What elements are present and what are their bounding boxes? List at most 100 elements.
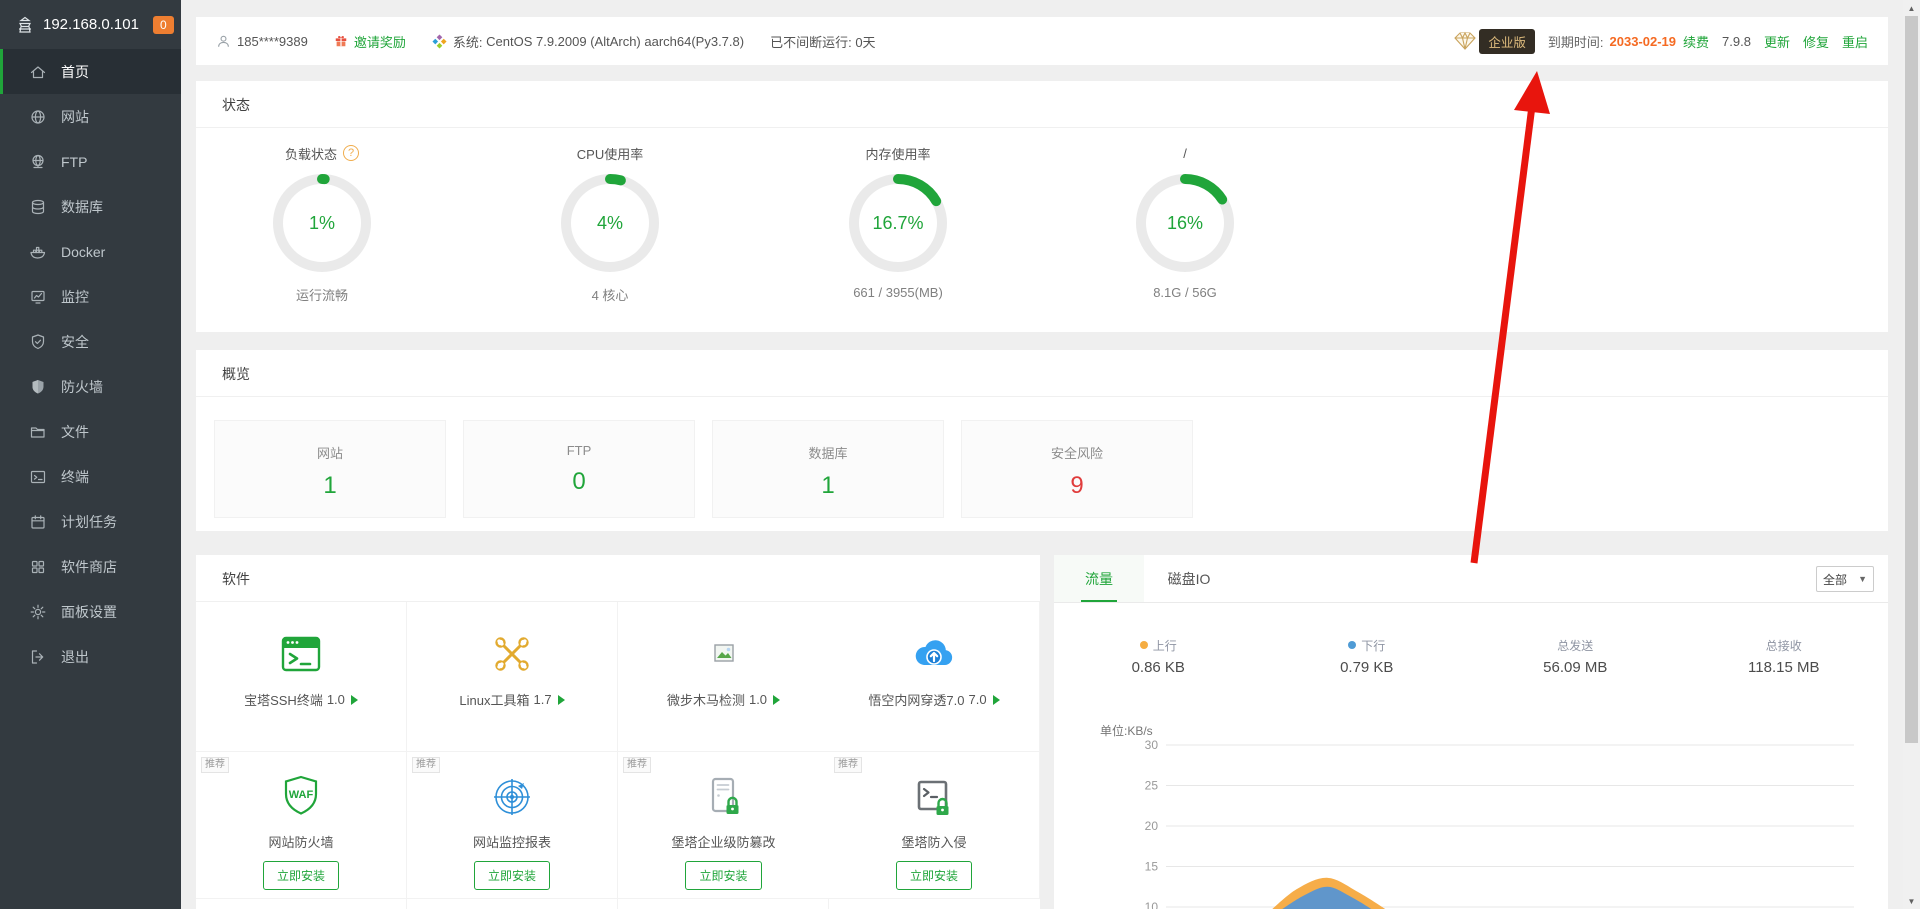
play-icon[interactable] <box>773 695 780 705</box>
legend-label: 总发送 <box>1557 637 1593 654</box>
sidebar-item[interactable]: 数据库 <box>0 184 181 229</box>
range-select[interactable]: 全部 ▼ <box>1816 566 1874 592</box>
sidebar-item[interactable]: 终端 <box>0 454 181 499</box>
traffic-tab[interactable]: 流量 <box>1054 555 1144 602</box>
sidebar-item[interactable]: 文件 <box>0 409 181 454</box>
sidebar-item[interactable]: 软件商店 <box>0 544 181 589</box>
software-item[interactable]: 推荐 WAF 网站防火墙 立即安装 <box>196 752 407 899</box>
overview-box[interactable]: 网站 1 <box>214 420 446 518</box>
play-icon[interactable] <box>993 695 1000 705</box>
install-button[interactable]: 立即安装 <box>896 861 972 890</box>
svg-text:10: 10 <box>1145 900 1159 909</box>
overview-box-value: 1 <box>713 472 943 500</box>
message-count-badge[interactable]: 0 <box>153 16 174 34</box>
software-item[interactable]: 推荐 堡塔防入侵 立即安装 <box>829 752 1040 899</box>
sidebar-item[interactable]: 网站 <box>0 94 181 139</box>
sidebar-item-label: 数据库 <box>61 197 103 217</box>
sidebar-item[interactable]: 首页 <box>0 49 181 94</box>
invite-reward-link[interactable]: 邀请奖励 <box>334 32 406 51</box>
software-item-name: 网站防火墙 <box>268 832 333 851</box>
sidebar-item-icon <box>29 423 47 441</box>
gauge-caption: 运行流畅 <box>212 285 432 304</box>
software-card: 软件 宝塔SSH终端 1.0 Linux工具箱 1.7 <box>196 555 1040 909</box>
scrollbar[interactable]: ▲ ▼ <box>1903 0 1920 909</box>
install-button[interactable]: 立即安装 <box>685 861 761 890</box>
software-item[interactable]: 微步木马检测 1.0 <box>618 602 829 752</box>
sidebar-item[interactable]: 防火墙 <box>0 364 181 409</box>
sidebar-item-icon <box>29 63 47 81</box>
gauge: 负载状态 ? 1% 运行流畅 <box>212 143 432 304</box>
sidebar-item[interactable]: 面板设置 <box>0 589 181 634</box>
software-item-icon <box>407 630 617 678</box>
traffic-tab[interactable]: 磁盘IO <box>1144 555 1234 602</box>
system-info: 系统: CentOS 7.9.2009 (AltArch) aarch64(Py… <box>432 32 744 51</box>
overview-boxes: 网站 1 FTP 0 数据库 1 安全风险 9 <box>214 420 1193 518</box>
restart-link[interactable]: 重启 <box>1842 32 1868 51</box>
play-icon[interactable] <box>351 695 358 705</box>
scroll-down-arrow[interactable]: ▼ <box>1903 893 1920 909</box>
play-icon[interactable] <box>558 695 565 705</box>
overview-box[interactable]: FTP 0 <box>463 420 695 518</box>
gauge-value: 1% <box>272 173 372 273</box>
user-account[interactable]: 185****9389 <box>216 34 308 49</box>
repair-link[interactable]: 修复 <box>1803 32 1829 51</box>
sidebar-item-icon <box>29 243 47 261</box>
update-link[interactable]: 更新 <box>1764 32 1790 51</box>
expire-date: 2033-02-19 <box>1610 34 1677 49</box>
software-item-name: 网站监控报表 <box>473 832 551 851</box>
overview-box-value: 0 <box>464 468 694 496</box>
software-item[interactable]: 宝塔SSH终端 1.0 <box>196 602 407 752</box>
sidebar-item[interactable]: 计划任务 <box>0 499 181 544</box>
software-item-name: 悟空内网穿透7.0 <box>868 690 964 709</box>
sidebar-item[interactable]: 监控 <box>0 274 181 319</box>
install-button[interactable]: 立即安装 <box>263 861 339 890</box>
software-item-name: 堡塔企业级防篡改 <box>671 832 775 851</box>
software-item-icon <box>829 774 1039 820</box>
scroll-up-arrow[interactable]: ▲ <box>1903 0 1920 16</box>
user-icon <box>216 34 231 49</box>
sidebar-item-label: 网站 <box>61 107 89 127</box>
gauge: CPU使用率 4% 4 核心 <box>500 143 720 304</box>
overview-box[interactable]: 数据库 1 <box>712 420 944 518</box>
scrollbar-thumb[interactable] <box>1905 16 1918 743</box>
software-item[interactable]: 推荐 网站监控报表 立即安装 <box>407 752 618 899</box>
software-row2: 推荐 WAF 网站防火墙 立即安装 推荐 网站监控报表 立即安装 推荐 堡塔企业… <box>196 752 1040 899</box>
overview-title: 概览 <box>196 350 1888 396</box>
svg-text:20: 20 <box>1145 819 1159 833</box>
sidebar-item[interactable]: FTP <box>0 139 181 184</box>
software-item[interactable]: 悟空内网穿透7.0 7.0 <box>829 602 1040 752</box>
topbar: 185****9389 邀请奖励 系统: CentOS 7.9.2009 (Al… <box>196 17 1888 65</box>
renew-link[interactable]: 续费 <box>1683 32 1709 51</box>
edition-badge[interactable]: 企业版 <box>1454 29 1535 54</box>
software-item-version: 1.7 <box>534 692 552 707</box>
server-ip: 192.168.0.101 <box>43 16 139 33</box>
sidebar-item-icon <box>29 288 47 306</box>
software-item-name: Linux工具箱 <box>459 690 529 709</box>
software-item-icon <box>407 774 617 820</box>
sidebar-item-label: 文件 <box>61 422 89 442</box>
software-item[interactable]: Linux工具箱 1.7 <box>407 602 618 752</box>
svg-text:15: 15 <box>1145 860 1159 874</box>
overview-box[interactable]: 安全风险 9 <box>961 420 1193 518</box>
sidebar-nav: 首页 网站 FTP 数据库 Docker <box>0 49 181 679</box>
divider <box>196 396 1888 397</box>
sidebar-item-icon <box>29 108 47 126</box>
sidebar-item[interactable]: 安全 <box>0 319 181 364</box>
traffic-tabs: 流量 磁盘IO <box>1054 555 1888 603</box>
sidebar-item[interactable]: Docker <box>0 229 181 274</box>
status-card: 状态 负载状态 ? 1% 运行流畅 C <box>196 81 1888 332</box>
software-item-name: 微步木马检测 <box>667 690 745 709</box>
divider <box>196 127 1888 128</box>
sidebar-item-icon <box>29 153 47 171</box>
software-item-icon <box>829 630 1039 678</box>
install-button[interactable]: 立即安装 <box>474 861 550 890</box>
gauge-label: / <box>1183 146 1187 161</box>
sidebar-item-label: Docker <box>61 244 105 260</box>
help-icon[interactable]: ? <box>343 145 359 161</box>
overview-box-label: FTP <box>464 443 694 458</box>
software-item[interactable]: 推荐 堡塔企业级防篡改 立即安装 <box>618 752 829 899</box>
sidebar-item-label: 退出 <box>61 647 89 667</box>
sidebar-item-icon <box>29 333 47 351</box>
sidebar-item[interactable]: 退出 <box>0 634 181 679</box>
software-item-name: 宝塔SSH终端 <box>244 690 323 709</box>
